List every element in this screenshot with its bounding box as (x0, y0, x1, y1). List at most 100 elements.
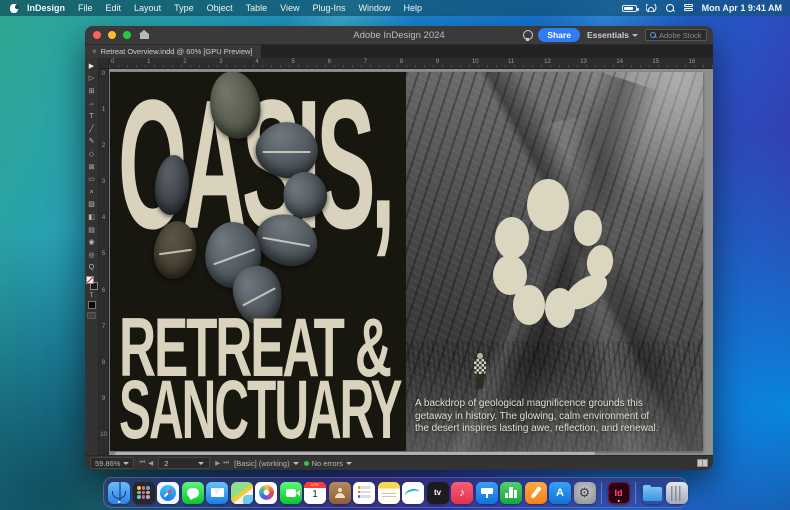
tab-close-icon[interactable]: × (92, 47, 97, 56)
spread-view-button[interactable] (697, 459, 708, 467)
dock-finder-icon[interactable] (108, 482, 130, 504)
chevron-down-icon (346, 462, 352, 465)
vertical-ruler[interactable]: 012345678910 (99, 69, 109, 455)
fill-swatch[interactable] (86, 276, 94, 284)
page-right[interactable]: A backdrop of geological magnificence gr… (406, 72, 703, 451)
menu-edit[interactable]: Edit (106, 3, 122, 13)
dock-keynote-icon[interactable] (476, 482, 498, 504)
no-errors-label: No errors (312, 459, 343, 468)
menu-layout[interactable]: Layout (134, 3, 161, 13)
fill-stroke-swatches[interactable] (86, 276, 98, 290)
dock-calendar-icon[interactable]: APR 1 (304, 482, 326, 504)
ruler-origin-corner[interactable] (99, 58, 109, 69)
dock-appstore-icon[interactable]: A (549, 482, 571, 504)
search-icon (650, 32, 656, 38)
adobe-stock-search[interactable]: Adobe Stock (645, 29, 707, 41)
first-page-button[interactable]: ⏮ (139, 459, 145, 467)
apple-menu-icon[interactable] (10, 4, 18, 13)
formatting-affects-text-button[interactable]: T (90, 292, 94, 299)
dock-music-icon[interactable]: ♪ (451, 482, 473, 504)
line-tool[interactable]: ╱ (85, 123, 98, 136)
gradient-feather-tool[interactable]: ▤ (85, 224, 98, 237)
dock-contacts-icon[interactable] (329, 482, 351, 504)
learn-lightbulb-icon[interactable] (523, 30, 531, 41)
zoom-level-value: 59.86% (95, 459, 120, 468)
free-transform-tool[interactable]: ▨ (85, 199, 98, 212)
home-icon[interactable] (140, 31, 149, 39)
dock-photos-icon[interactable] (255, 482, 277, 504)
next-page-button[interactable]: ▶ (215, 459, 220, 467)
close-window-button[interactable] (93, 31, 101, 39)
chevron-down-icon (198, 462, 204, 465)
dock-freeform-icon[interactable] (402, 482, 424, 504)
dock-downloads-icon[interactable] (642, 482, 664, 504)
headline-sanctuary: SANCTUARY (119, 370, 401, 451)
rectangle-tool[interactable]: ▭ (85, 173, 98, 186)
last-page-button[interactable]: ⏭ (223, 459, 229, 467)
dock-separator (635, 482, 636, 504)
dock-launchpad-icon[interactable] (133, 482, 155, 504)
dock-indesign-icon[interactable]: Id (608, 482, 630, 504)
minimize-window-button[interactable] (108, 31, 116, 39)
scissors-tool[interactable]: × (85, 186, 98, 199)
battery-icon[interactable] (622, 5, 637, 12)
spread[interactable]: OASIS, RETREAT & SANCTUARY (110, 72, 703, 451)
menu-bar: InDesign File Edit Layout Type Object Ta… (0, 0, 790, 16)
apply-color-button[interactable] (88, 301, 96, 309)
dock-facetime-icon[interactable] (280, 482, 302, 504)
screen-mode-button[interactable] (87, 312, 96, 319)
menu-help[interactable]: Help (404, 3, 423, 13)
window-title-bar[interactable]: Adobe InDesign 2024 Share Essentials Ado… (85, 26, 713, 45)
rectangle-frame-tool[interactable]: ⊠ (85, 161, 98, 174)
wifi-icon[interactable] (646, 4, 657, 12)
menu-plugins[interactable]: Plug-Ins (312, 3, 345, 13)
control-center-icon[interactable] (684, 4, 693, 12)
workspace-switcher[interactable]: Essentials (587, 30, 638, 40)
dock-trash-icon[interactable] (666, 482, 688, 504)
stock-search-placeholder: Adobe Stock (659, 31, 702, 40)
horizontal-ruler[interactable]: 012345678910111213141516 (109, 58, 713, 69)
menu-indesign[interactable]: InDesign (27, 3, 65, 13)
page-number-value: 2 (164, 459, 168, 468)
selection-tool[interactable]: ▶ (85, 60, 98, 73)
document-canvas[interactable]: OASIS, RETREAT & SANCTUARY (109, 69, 713, 455)
preflight-profile-menu[interactable]: [Basic] (working) (234, 459, 298, 468)
dock-settings-icon[interactable]: ⚙ (574, 482, 596, 504)
zoom-window-button[interactable] (123, 31, 131, 39)
dock-tv-icon[interactable]: tv (427, 482, 449, 504)
menu-type[interactable]: Type (174, 3, 194, 13)
hand-tool[interactable]: ◎ (85, 249, 98, 262)
dock-safari-icon[interactable] (157, 482, 179, 504)
gap-tool[interactable]: ⇔ (85, 98, 98, 111)
menu-view[interactable]: View (280, 3, 299, 13)
zoom-level-control[interactable]: 59.86% (90, 457, 134, 469)
dock-messages-icon[interactable] (182, 482, 204, 504)
eyedropper-tool[interactable]: ◉ (85, 236, 98, 249)
page-left[interactable]: OASIS, RETREAT & SANCTUARY (110, 72, 406, 451)
pen-tool[interactable]: ✎ (85, 136, 98, 149)
document-tab[interactable]: × Retreat Overview.indd @ 60% [GPU Previ… (85, 45, 262, 58)
dock-maps-icon[interactable] (231, 482, 253, 504)
menu-bar-clock[interactable]: Mon Apr 1 9:41 AM (702, 3, 782, 13)
menu-window[interactable]: Window (359, 3, 391, 13)
chevron-down-icon (632, 34, 638, 37)
spotlight-search-icon[interactable] (666, 4, 675, 13)
preflight-status[interactable]: No errors (304, 459, 352, 468)
dock-reminders-icon[interactable] (353, 482, 375, 504)
menu-object[interactable]: Object (207, 3, 233, 13)
dock-pages-icon[interactable] (525, 482, 547, 504)
page-number-field[interactable]: 2 (158, 457, 210, 469)
dock-mail-icon[interactable] (206, 482, 228, 504)
page-tool[interactable]: ⊞ (85, 85, 98, 98)
direct-selection-tool[interactable]: ▷ (85, 73, 98, 86)
dock-notes-icon[interactable] (378, 482, 400, 504)
dock-numbers-icon[interactable] (500, 482, 522, 504)
type-tool[interactable]: T (85, 110, 98, 123)
gradient-swatch-tool[interactable]: ◧ (85, 211, 98, 224)
previous-page-button[interactable]: ◀ (148, 459, 153, 467)
menu-table[interactable]: Table (246, 3, 268, 13)
pencil-tool[interactable]: ◇ (85, 148, 98, 161)
menu-file[interactable]: File (78, 3, 93, 13)
share-button[interactable]: Share (538, 28, 580, 42)
zoom-tool[interactable]: Q (85, 262, 98, 275)
